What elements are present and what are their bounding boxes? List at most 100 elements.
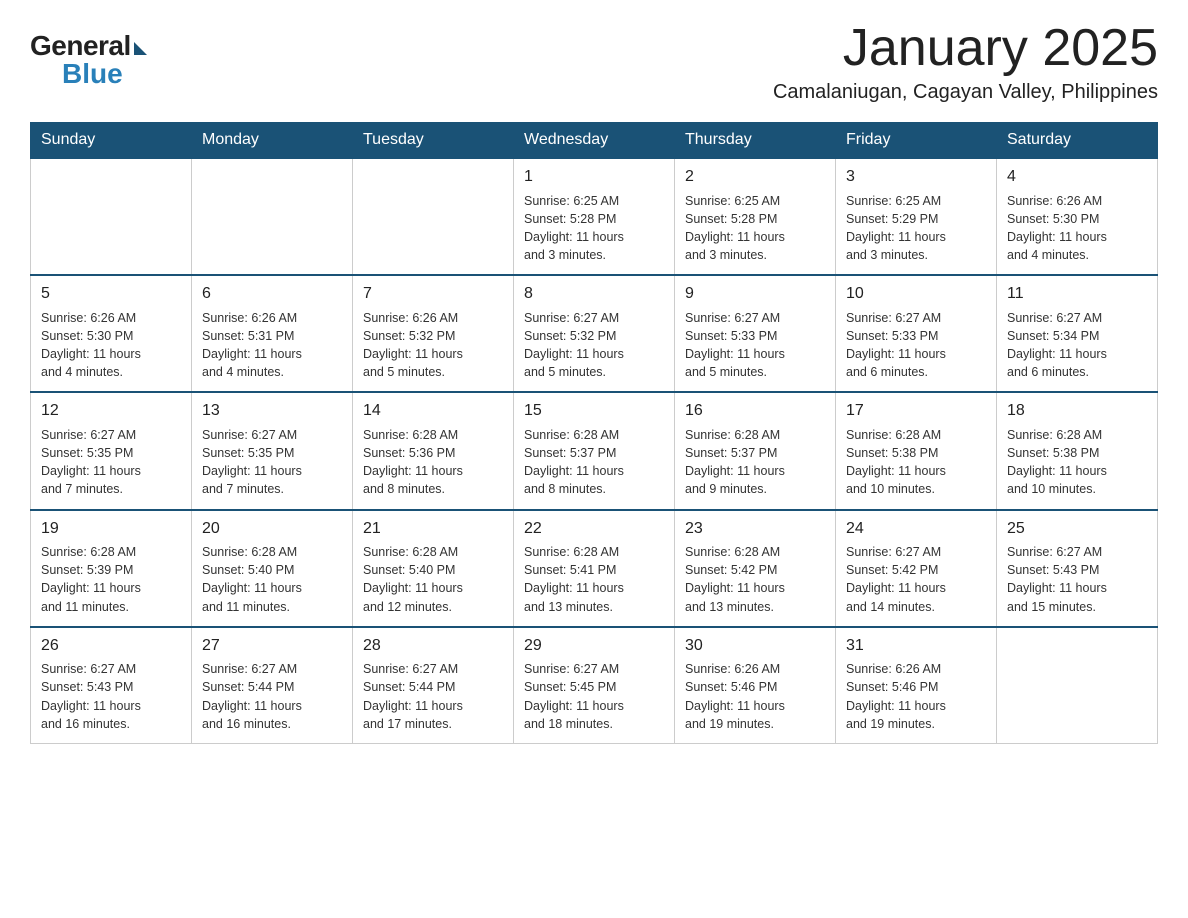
day-info: Sunrise: 6:27 AMSunset: 5:34 PMDaylight:…	[1007, 311, 1107, 380]
day-cell: 12 Sunrise: 6:27 AMSunset: 5:35 PMDayligh…	[31, 392, 192, 509]
week-row-5: 26 Sunrise: 6:27 AMSunset: 5:43 PMDayligh…	[31, 627, 1158, 744]
day-info: Sunrise: 6:25 AMSunset: 5:28 PMDaylight:…	[524, 194, 624, 263]
day-number: 20	[202, 518, 342, 540]
day-cell: 26 Sunrise: 6:27 AMSunset: 5:43 PMDayligh…	[31, 627, 192, 744]
logo-blue-text: Blue	[62, 58, 123, 90]
day-cell	[997, 627, 1158, 744]
weekday-header-thursday: Thursday	[675, 123, 836, 159]
day-number: 2	[685, 166, 825, 188]
day-number: 21	[363, 518, 503, 540]
day-info: Sunrise: 6:26 AMSunset: 5:32 PMDaylight:…	[363, 311, 463, 380]
day-number: 12	[41, 400, 181, 422]
day-number: 7	[363, 283, 503, 305]
day-info: Sunrise: 6:26 AMSunset: 5:31 PMDaylight:…	[202, 311, 302, 380]
day-number: 29	[524, 635, 664, 657]
day-info: Sunrise: 6:28 AMSunset: 5:39 PMDaylight:…	[41, 545, 141, 614]
day-cell: 29 Sunrise: 6:27 AMSunset: 5:45 PMDayligh…	[514, 627, 675, 744]
day-number: 26	[41, 635, 181, 657]
day-cell: 17 Sunrise: 6:28 AMSunset: 5:38 PMDayligh…	[836, 392, 997, 509]
location-subtitle: Camalaniugan, Cagayan Valley, Philippine…	[773, 81, 1158, 104]
day-number: 28	[363, 635, 503, 657]
day-info: Sunrise: 6:27 AMSunset: 5:43 PMDaylight:…	[41, 662, 141, 731]
day-info: Sunrise: 6:28 AMSunset: 5:40 PMDaylight:…	[202, 545, 302, 614]
weekday-header-saturday: Saturday	[997, 123, 1158, 159]
day-number: 22	[524, 518, 664, 540]
weekday-header-friday: Friday	[836, 123, 997, 159]
header: General Blue January 2025 Camalaniugan, …	[30, 20, 1158, 104]
day-number: 11	[1007, 283, 1147, 305]
day-number: 3	[846, 166, 986, 188]
title-area: January 2025 Camalaniugan, Cagayan Valle…	[773, 20, 1158, 104]
day-cell: 21Sunrise: 6:28 AMSunset: 5:40 PMDayligh…	[353, 510, 514, 627]
day-info: Sunrise: 6:28 AMSunset: 5:37 PMDaylight:…	[685, 428, 785, 497]
day-cell: 13Sunrise: 6:27 AMSunset: 5:35 PMDayligh…	[192, 392, 353, 509]
day-cell: 11 Sunrise: 6:27 AMSunset: 5:34 PMDayligh…	[997, 275, 1158, 392]
day-number: 8	[524, 283, 664, 305]
day-number: 19	[41, 518, 181, 540]
day-number: 16	[685, 400, 825, 422]
day-number: 17	[846, 400, 986, 422]
day-cell: 19 Sunrise: 6:28 AMSunset: 5:39 PMDayligh…	[31, 510, 192, 627]
day-info: Sunrise: 6:25 AMSunset: 5:29 PMDaylight:…	[846, 194, 946, 263]
day-number: 1	[524, 166, 664, 188]
day-cell: 25 Sunrise: 6:27 AMSunset: 5:43 PMDayligh…	[997, 510, 1158, 627]
day-cell: 1 Sunrise: 6:25 AMSunset: 5:28 PMDaylight…	[514, 158, 675, 275]
day-info: Sunrise: 6:27 AMSunset: 5:44 PMDaylight:…	[363, 662, 463, 731]
day-cell: 31 Sunrise: 6:26 AMSunset: 5:46 PMDayligh…	[836, 627, 997, 744]
day-number: 5	[41, 283, 181, 305]
day-info: Sunrise: 6:28 AMSunset: 5:42 PMDaylight:…	[685, 545, 785, 614]
weekday-header-sunday: Sunday	[31, 123, 192, 159]
day-number: 25	[1007, 518, 1147, 540]
day-info: Sunrise: 6:26 AMSunset: 5:46 PMDaylight:…	[685, 662, 785, 731]
day-cell: 22Sunrise: 6:28 AMSunset: 5:41 PMDayligh…	[514, 510, 675, 627]
day-cell: 27Sunrise: 6:27 AMSunset: 5:44 PMDayligh…	[192, 627, 353, 744]
day-info: Sunrise: 6:27 AMSunset: 5:43 PMDaylight:…	[1007, 545, 1107, 614]
day-number: 27	[202, 635, 342, 657]
day-cell: 18 Sunrise: 6:28 AMSunset: 5:38 PMDayligh…	[997, 392, 1158, 509]
logo-arrow-icon	[134, 42, 147, 55]
day-cell: 9 Sunrise: 6:27 AMSunset: 5:33 PMDaylight…	[675, 275, 836, 392]
day-info: Sunrise: 6:26 AMSunset: 5:46 PMDaylight:…	[846, 662, 946, 731]
day-cell: 5 Sunrise: 6:26 AMSunset: 5:30 PMDaylight…	[31, 275, 192, 392]
day-info: Sunrise: 6:28 AMSunset: 5:38 PMDaylight:…	[846, 428, 946, 497]
day-cell: 28 Sunrise: 6:27 AMSunset: 5:44 PMDayligh…	[353, 627, 514, 744]
day-info: Sunrise: 6:26 AMSunset: 5:30 PMDaylight:…	[41, 311, 141, 380]
day-info: Sunrise: 6:27 AMSunset: 5:32 PMDaylight:…	[524, 311, 624, 380]
day-info: Sunrise: 6:27 AMSunset: 5:35 PMDaylight:…	[41, 428, 141, 497]
day-info: Sunrise: 6:27 AMSunset: 5:35 PMDaylight:…	[202, 428, 302, 497]
day-cell: 14Sunrise: 6:28 AMSunset: 5:36 PMDayligh…	[353, 392, 514, 509]
day-number: 4	[1007, 166, 1147, 188]
calendar-table: SundayMondayTuesdayWednesdayThursdayFrid…	[30, 122, 1158, 744]
day-info: Sunrise: 6:27 AMSunset: 5:33 PMDaylight:…	[685, 311, 785, 380]
weekday-header-tuesday: Tuesday	[353, 123, 514, 159]
day-cell: 7 Sunrise: 6:26 AMSunset: 5:32 PMDaylight…	[353, 275, 514, 392]
day-number: 10	[846, 283, 986, 305]
day-number: 6	[202, 283, 342, 305]
weekday-header-monday: Monday	[192, 123, 353, 159]
day-cell: 15 Sunrise: 6:28 AMSunset: 5:37 PMDayligh…	[514, 392, 675, 509]
week-row-3: 12 Sunrise: 6:27 AMSunset: 5:35 PMDayligh…	[31, 392, 1158, 509]
day-cell: 23 Sunrise: 6:28 AMSunset: 5:42 PMDayligh…	[675, 510, 836, 627]
week-row-1: 1 Sunrise: 6:25 AMSunset: 5:28 PMDaylight…	[31, 158, 1158, 275]
week-row-4: 19 Sunrise: 6:28 AMSunset: 5:39 PMDayligh…	[31, 510, 1158, 627]
day-info: Sunrise: 6:28 AMSunset: 5:37 PMDaylight:…	[524, 428, 624, 497]
day-info: Sunrise: 6:25 AMSunset: 5:28 PMDaylight:…	[685, 194, 785, 263]
day-cell: 20 Sunrise: 6:28 AMSunset: 5:40 PMDayligh…	[192, 510, 353, 627]
day-number: 31	[846, 635, 986, 657]
day-number: 24	[846, 518, 986, 540]
day-number: 18	[1007, 400, 1147, 422]
day-cell	[353, 158, 514, 275]
day-cell	[192, 158, 353, 275]
day-number: 23	[685, 518, 825, 540]
logo: General Blue	[30, 30, 147, 90]
day-cell	[31, 158, 192, 275]
day-cell: 10 Sunrise: 6:27 AMSunset: 5:33 PMDayligh…	[836, 275, 997, 392]
week-row-2: 5 Sunrise: 6:26 AMSunset: 5:30 PMDaylight…	[31, 275, 1158, 392]
day-info: Sunrise: 6:27 AMSunset: 5:45 PMDaylight:…	[524, 662, 624, 731]
month-title: January 2025	[773, 20, 1158, 77]
day-number: 9	[685, 283, 825, 305]
day-info: Sunrise: 6:27 AMSunset: 5:33 PMDaylight:…	[846, 311, 946, 380]
day-info: Sunrise: 6:28 AMSunset: 5:36 PMDaylight:…	[363, 428, 463, 497]
day-number: 15	[524, 400, 664, 422]
day-info: Sunrise: 6:28 AMSunset: 5:38 PMDaylight:…	[1007, 428, 1107, 497]
